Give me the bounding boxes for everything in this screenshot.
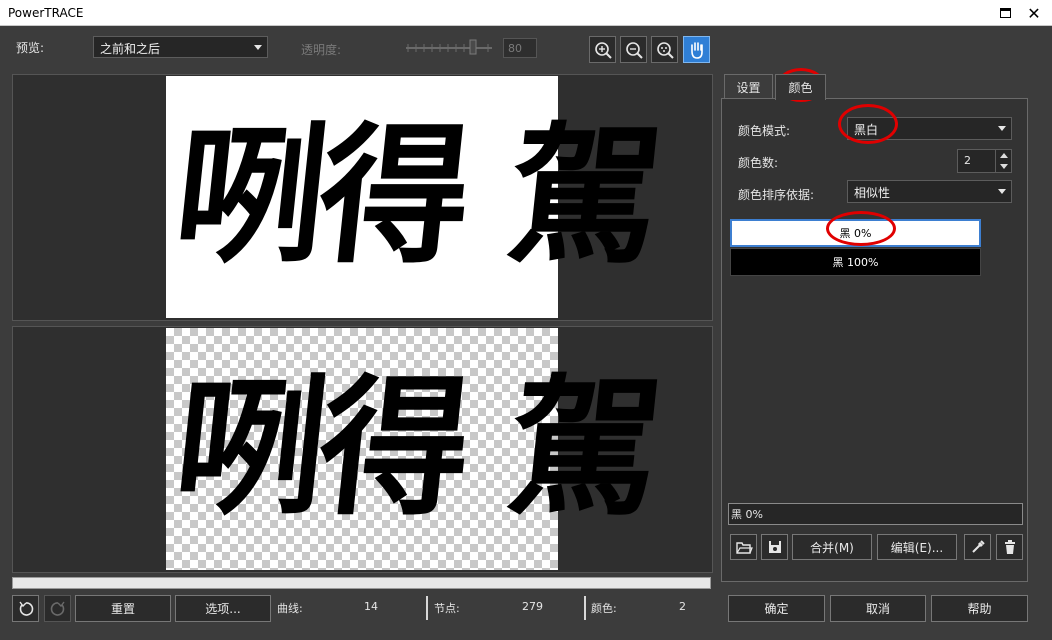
redo-button[interactable] [44, 595, 71, 622]
status-separator [426, 596, 428, 620]
zoom-out-icon [625, 41, 643, 59]
color-sort-value: 相似性 [854, 186, 891, 200]
cancel-button[interactable]: 取消 [830, 595, 926, 622]
preview-mode-value: 之前和之后 [100, 42, 161, 56]
stepper-arrows[interactable] [995, 150, 1011, 172]
after-artwork: 咧得 駕 [166, 360, 664, 536]
tab-settings[interactable]: 设置 [724, 74, 773, 99]
chevron-down-icon [998, 126, 1006, 131]
transparency-slider[interactable] [404, 39, 494, 55]
delete-color-button[interactable] [996, 534, 1023, 560]
save-palette-button[interactable] [761, 534, 788, 560]
chevron-down-icon [1000, 164, 1008, 169]
preview-before-pane[interactable]: 咧得 駕 [12, 74, 713, 321]
preview-after-canvas: 咧得 駕 [166, 328, 663, 570]
preview-after-pane[interactable]: 咧得 駕 [12, 326, 713, 573]
eyedropper-button[interactable] [964, 534, 991, 560]
nodes-label: 节点: [434, 602, 460, 615]
maximize-button[interactable] [995, 3, 1015, 23]
ok-button[interactable]: 确定 [728, 595, 825, 622]
transparency-label: 透明度: [301, 43, 342, 57]
selected-color-info: 黑 0% [728, 503, 1023, 525]
chevron-down-icon [998, 189, 1006, 194]
undo-button[interactable] [12, 595, 39, 622]
open-palette-button[interactable] [730, 534, 757, 560]
preview-label: 预览: [16, 41, 45, 55]
color-sort-label: 颜色排序依据: [738, 188, 815, 202]
title-bar: PowerTRACE ✕ [0, 0, 1052, 26]
window-title: PowerTRACE [8, 6, 84, 20]
maximize-icon [999, 8, 1011, 18]
merge-button[interactable]: 合并(M) [792, 534, 872, 560]
before-artwork: 咧得 駕 [166, 108, 664, 284]
chevron-up-icon [1000, 153, 1008, 158]
folder-open-icon [735, 542, 753, 554]
undo-icon [18, 601, 33, 616]
redo-icon [50, 601, 65, 616]
trash-icon [1004, 540, 1015, 554]
tab-colors[interactable]: 颜色 [775, 74, 826, 100]
save-icon [768, 541, 781, 553]
preview-mode-select[interactable]: 之前和之后 [93, 36, 268, 58]
close-icon: ✕ [1027, 3, 1041, 23]
color-mode-label: 颜色模式: [738, 124, 791, 138]
pan-tool-button[interactable] [683, 36, 710, 63]
curves-label: 曲线: [277, 602, 303, 615]
status-separator [584, 596, 586, 620]
annotation-circle [826, 211, 896, 246]
annotation-circle [838, 104, 898, 144]
zoom-fit-icon [656, 41, 674, 59]
hand-icon [690, 41, 703, 59]
reset-button[interactable]: 重置 [75, 595, 171, 622]
slider-track-icon [406, 39, 492, 55]
horizontal-scrollbar[interactable] [12, 577, 711, 589]
nodes-value: 279 [522, 600, 543, 613]
close-button[interactable]: ✕ [1024, 3, 1044, 23]
colors-label: 颜色: [591, 602, 617, 615]
options-button[interactable]: 选项... [175, 595, 271, 622]
color-count-label: 颜色数: [738, 156, 779, 170]
curves-value: 14 [364, 600, 378, 613]
help-button[interactable]: 帮助 [931, 595, 1028, 622]
color-count-value: 2 [964, 154, 971, 167]
edit-button[interactable]: 编辑(E)... [877, 534, 957, 560]
color-count-stepper[interactable]: 2 [957, 149, 1012, 173]
colors-value: 2 [679, 600, 686, 613]
color-swatch-black[interactable]: 黑 100% [730, 248, 981, 276]
zoom-fit-button[interactable] [651, 36, 678, 63]
zoom-out-button[interactable] [620, 36, 647, 63]
eyedropper-icon [971, 540, 985, 553]
zoom-in-button[interactable] [589, 36, 616, 63]
transparency-value-field[interactable]: 80 [503, 38, 537, 58]
chevron-down-icon [254, 45, 262, 50]
zoom-in-icon [594, 41, 612, 59]
color-sort-select[interactable]: 相似性 [847, 180, 1012, 203]
preview-before-canvas: 咧得 駕 [166, 76, 663, 318]
